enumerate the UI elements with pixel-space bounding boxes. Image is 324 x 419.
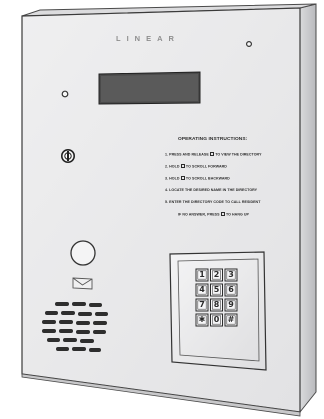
- keypad-key-label: ✱: [198, 315, 206, 324]
- step-2-text-end: TO SCROLL FORWARD: [185, 164, 227, 169]
- step-5-text: 5. ENTER THE DIRECTORY CODE TO CALL RESI…: [165, 200, 261, 204]
- camera-lens: [70, 240, 96, 266]
- instruction-hangup: IF NO ANSWER, PRESS TO HANG UP: [178, 212, 249, 217]
- step-1-text: 1. PRESS AND RELEASE: [165, 152, 209, 157]
- keypad-key-label: 0: [213, 315, 220, 324]
- step-3-text-end: TO SCROLL BACKWARD: [185, 176, 230, 181]
- keypad-key-label: 4: [199, 285, 205, 294]
- step-3-text: 3. HOLD: [165, 176, 180, 181]
- instruction-step-2: 2. HOLD TO SCROLL FORWARD: [165, 164, 227, 169]
- keypad-key-label: 3: [228, 270, 234, 279]
- envelope-icon: [72, 277, 93, 290]
- instructions-title: OPERATING INSTRUCTIONS:: [178, 137, 248, 142]
- step-4-text: 4. LOCATE THE DESIRED NAME IN THE DIRECT…: [165, 188, 258, 192]
- side-panel: [299, 3, 317, 414]
- instruction-step-4: 4. LOCATE THE DESIRED NAME IN THE DIRECT…: [165, 188, 257, 192]
- directory-key-icon: [209, 152, 215, 157]
- key-lock-icon: [60, 149, 75, 164]
- keypad-key-label: 6: [228, 285, 234, 294]
- keypad-key-label: 1: [199, 270, 205, 279]
- left-indicator-hole: [61, 90, 69, 98]
- backward-key-icon: [180, 176, 185, 181]
- keypad-key-label: #: [227, 315, 235, 324]
- top-indicator-hole: [246, 40, 253, 47]
- call-box-illustration: [21, 3, 317, 417]
- instruction-step-1: 1. PRESS AND RELEASE TO VIEW THE DIRECTOR…: [165, 152, 262, 157]
- lcd-screen: [101, 74, 198, 102]
- keypad-key-label: 7: [199, 300, 205, 309]
- hangup-key-icon: [220, 212, 225, 217]
- instruction-step-3: 3. HOLD TO SCROLL BACKWARD: [165, 176, 230, 181]
- keypad-key-label: 8: [213, 300, 220, 309]
- step-1-text-end: TO VIEW THE DIRECTORY: [215, 152, 262, 157]
- keypad-key-label: 5: [213, 285, 220, 294]
- forward-key-icon: [180, 164, 185, 169]
- brand-logo: LINEAR: [116, 34, 180, 43]
- step-2-text: 2. HOLD: [165, 164, 180, 169]
- instruction-step-5: 5. ENTER THE DIRECTORY CODE TO CALL RESI…: [165, 200, 260, 204]
- keypad-key-label: 9: [228, 300, 234, 309]
- keypad-key-label: 2: [213, 270, 220, 279]
- hangup-text: IF NO ANSWER, PRESS: [178, 212, 220, 217]
- hangup-text-end: TO HANG UP: [225, 212, 249, 217]
